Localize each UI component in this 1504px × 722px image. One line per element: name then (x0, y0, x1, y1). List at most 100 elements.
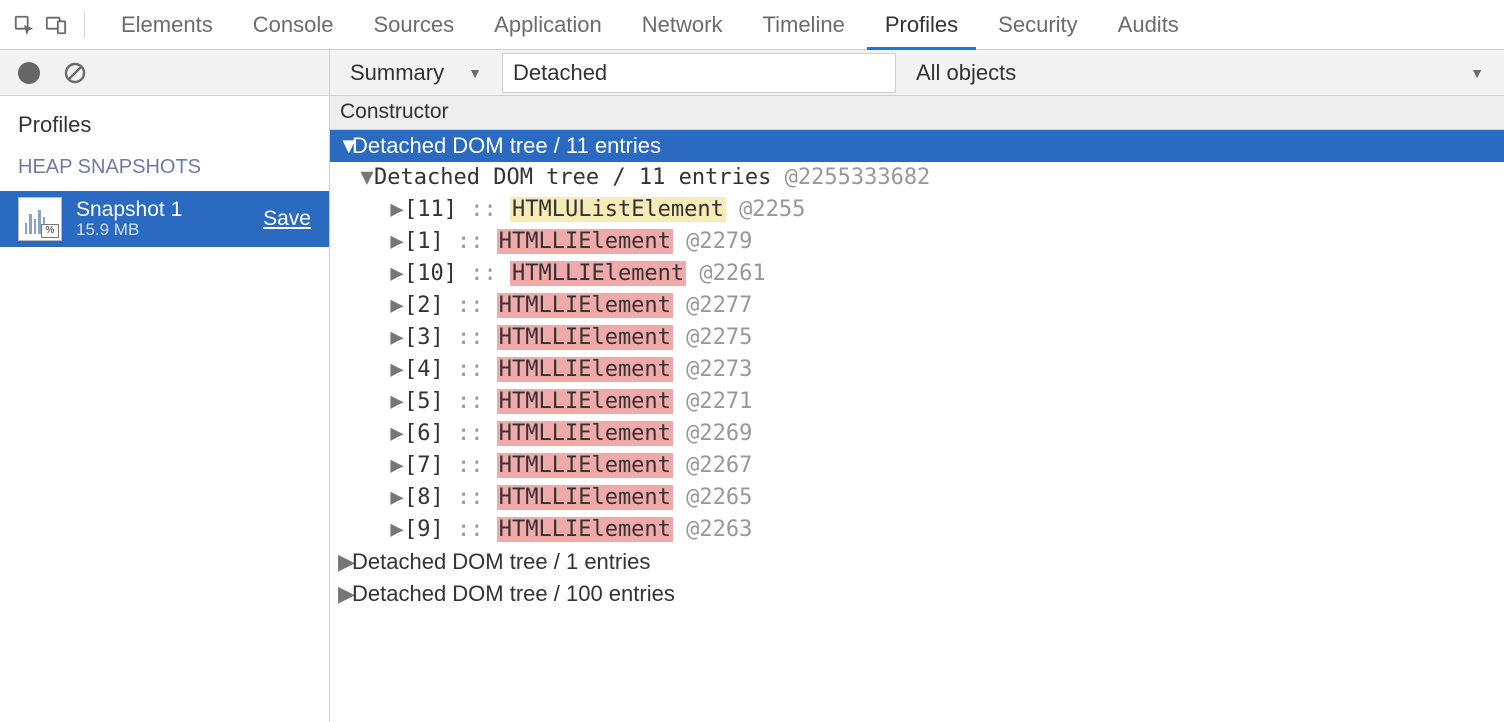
disclosure-triangle-closed-icon[interactable]: ▶ (390, 194, 404, 226)
scope-dropdown-arrow-container[interactable]: ▼ (1204, 55, 1490, 91)
disclosure-triangle-closed-icon[interactable]: ▶ (390, 386, 404, 418)
constructor-group-collapsed[interactable]: ▶Detached DOM tree / 100 entries (330, 578, 1504, 610)
disclosure-triangle-open-icon[interactable]: ▼ (360, 162, 374, 194)
sidebar-section-label: HEAP SNAPSHOTS (0, 156, 329, 191)
separator: :: (457, 421, 484, 446)
heap-object-row[interactable]: ▶[1] :: HTMLLIElement @2279 (330, 226, 1504, 258)
constructor-group-expanded[interactable]: ▼Detached DOM tree / 11 entries @2255333… (330, 162, 1504, 194)
snapshot-item[interactable]: % Snapshot 1 15.9 MB Save (0, 191, 329, 247)
heap-object-row[interactable]: ▶[5] :: HTMLLIElement @2271 (330, 386, 1504, 418)
object-type: HTMLLIElement (497, 453, 673, 478)
object-type: HTMLLIElement (497, 325, 673, 350)
disclosure-triangle-closed-icon[interactable]: ▶ (390, 226, 404, 258)
disclosure-triangle-closed-icon[interactable]: ▶ (338, 578, 352, 610)
tab-sources[interactable]: Sources (355, 0, 472, 50)
object-id: @2277 (686, 293, 752, 318)
snapshot-name: Snapshot 1 (76, 199, 182, 221)
separator: :: (457, 229, 484, 254)
object-id: @2279 (686, 229, 752, 254)
separator: :: (457, 453, 484, 478)
snapshot-icon: % (18, 197, 62, 241)
object-index: [9] (404, 517, 457, 542)
object-index: [11] (404, 197, 457, 222)
object-type: HTMLLIElement (497, 357, 673, 382)
view-dropdown-label: Summary (350, 60, 444, 86)
heap-object-row[interactable]: ▶[9] :: HTMLLIElement @2263 (330, 514, 1504, 546)
object-index: [1] (404, 229, 457, 254)
object-index: [8] (404, 485, 457, 510)
heap-object-row[interactable]: ▶[4] :: HTMLLIElement @2273 (330, 354, 1504, 386)
snapshot-save-link[interactable]: Save (263, 207, 311, 231)
separator: :: (470, 261, 497, 286)
disclosure-triangle-closed-icon[interactable]: ▶ (390, 258, 404, 290)
device-toolbar-icon[interactable] (42, 11, 70, 39)
object-id: @2263 (686, 517, 752, 542)
heap-object-row[interactable]: ▶[3] :: HTMLLIElement @2275 (330, 322, 1504, 354)
heap-object-row[interactable]: ▶[11] :: HTMLUListElement @2255 (330, 194, 1504, 226)
object-id: @2271 (686, 389, 752, 414)
object-id: @2275 (686, 325, 752, 350)
devtools-tabbar: ElementsConsoleSourcesApplicationNetwork… (0, 0, 1504, 50)
group-label: Detached DOM tree / 11 entries (352, 133, 661, 158)
disclosure-triangle-closed-icon[interactable]: ▶ (390, 290, 404, 322)
tab-audits[interactable]: Audits (1100, 0, 1197, 50)
heap-object-row[interactable]: ▶[2] :: HTMLLIElement @2277 (330, 290, 1504, 322)
object-type: HTMLLIElement (497, 229, 673, 254)
heap-object-row[interactable]: ▶[7] :: HTMLLIElement @2267 (330, 450, 1504, 482)
heap-object-row[interactable]: ▶[6] :: HTMLLIElement @2269 (330, 418, 1504, 450)
object-id: @2261 (699, 261, 765, 286)
object-type: HTMLUListElement (510, 197, 726, 222)
separator: :: (457, 517, 484, 542)
tab-network[interactable]: Network (624, 0, 741, 50)
disclosure-triangle-closed-icon[interactable]: ▶ (390, 450, 404, 482)
tab-application[interactable]: Application (476, 0, 620, 50)
object-type: HTMLLIElement (497, 517, 673, 542)
constructor-group-collapsed[interactable]: ▶Detached DOM tree / 1 entries (330, 546, 1504, 578)
heap-snapshot-content: Constructor ▼Detached DOM tree / 11 entr… (330, 96, 1504, 722)
object-index: [2] (404, 293, 457, 318)
separator: :: (470, 197, 497, 222)
disclosure-triangle-closed-icon[interactable]: ▶ (390, 482, 404, 514)
disclosure-triangle-closed-icon[interactable]: ▶ (338, 546, 352, 578)
inspect-element-icon[interactable] (10, 11, 38, 39)
object-type: HTMLLIElement (497, 485, 673, 510)
separator: :: (457, 485, 484, 510)
tab-profiles[interactable]: Profiles (867, 0, 976, 50)
object-type: HTMLLIElement (497, 421, 673, 446)
tab-security[interactable]: Security (980, 0, 1095, 50)
separator: :: (457, 325, 484, 350)
disclosure-triangle-closed-icon[interactable]: ▶ (390, 514, 404, 546)
column-header-constructor[interactable]: Constructor (330, 96, 1504, 130)
object-type: HTMLLIElement (497, 389, 673, 414)
tab-console[interactable]: Console (235, 0, 352, 50)
object-type: HTMLLIElement (497, 293, 673, 318)
profiles-toolbar: Summary ▼ All objects ▼ (0, 50, 1504, 96)
object-index: [5] (404, 389, 457, 414)
object-id: @2273 (686, 357, 752, 382)
sidebar-title: Profiles (0, 96, 329, 156)
scope-dropdown[interactable]: All objects (910, 55, 1022, 91)
heap-object-row[interactable]: ▶[8] :: HTMLLIElement @2265 (330, 482, 1504, 514)
object-id: @2267 (686, 453, 752, 478)
group-label: Detached DOM tree / 100 entries (352, 581, 675, 606)
tab-elements[interactable]: Elements (103, 0, 231, 50)
separator: :: (457, 389, 484, 414)
tab-timeline[interactable]: Timeline (744, 0, 862, 50)
chevron-down-icon: ▼ (1470, 65, 1484, 81)
disclosure-triangle-open-icon[interactable]: ▼ (338, 130, 352, 162)
class-filter-input[interactable] (502, 53, 896, 93)
disclosure-triangle-closed-icon[interactable]: ▶ (390, 418, 404, 450)
view-dropdown[interactable]: Summary ▼ (344, 55, 488, 91)
object-index: [3] (404, 325, 457, 350)
group-label: Detached DOM tree / 1 entries (352, 549, 650, 574)
disclosure-triangle-closed-icon[interactable]: ▶ (390, 354, 404, 386)
object-id: @2265 (686, 485, 752, 510)
clear-icon[interactable] (62, 60, 88, 86)
snapshot-size: 15.9 MB (76, 221, 182, 239)
record-button[interactable] (18, 62, 40, 84)
object-id: @2269 (686, 421, 752, 446)
object-index: [4] (404, 357, 457, 382)
disclosure-triangle-closed-icon[interactable]: ▶ (390, 322, 404, 354)
heap-object-row[interactable]: ▶[10] :: HTMLLIElement @2261 (330, 258, 1504, 290)
constructor-group-selected[interactable]: ▼Detached DOM tree / 11 entries (330, 130, 1504, 162)
